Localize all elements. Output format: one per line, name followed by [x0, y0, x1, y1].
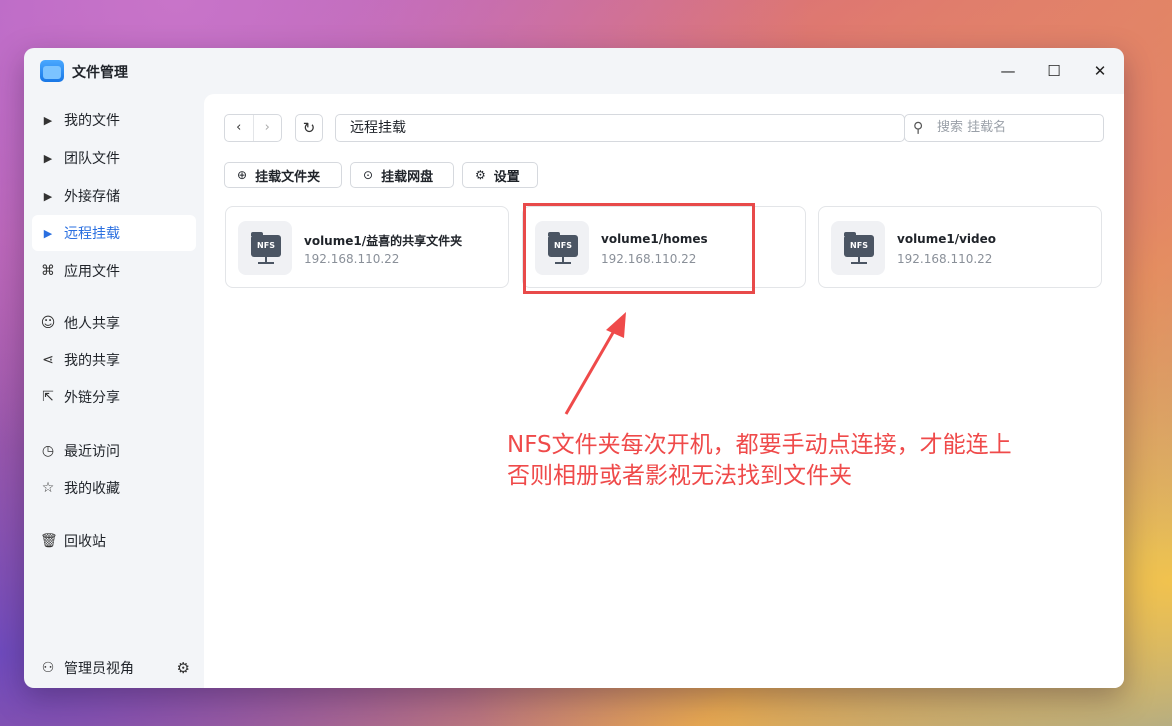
back-button[interactable]: ‹ [225, 115, 253, 141]
folder-add-icon: ⊕ [237, 168, 248, 182]
minimize-button[interactable]: — [996, 59, 1020, 83]
sidebar-item-label: 我的文件 [64, 113, 120, 129]
users-icon: ☺ [40, 315, 56, 331]
nfs-folder-icon: NFS [831, 221, 885, 275]
gear-icon: ⚙ [475, 168, 486, 182]
star-icon: ☆ [41, 480, 55, 496]
mount-ip: 192.168.110.22 [897, 252, 993, 266]
close-button[interactable]: ✕ [1088, 59, 1112, 83]
search-input[interactable]: ⚲ 搜索 挂载名 [904, 114, 1104, 142]
title-bar: 文件管理 — ☐ ✕ [24, 48, 1124, 94]
mount-card[interactable]: NFS volume1/video 192.168.110.22 [818, 206, 1102, 288]
history-nav: ‹ › [224, 114, 282, 142]
settings-button[interactable]: ⚙ 设置 [462, 162, 538, 188]
sidebar-item-recycle-bin[interactable]: 🗑 回收站 [32, 523, 196, 559]
admin-user-icon: ⚇ [41, 660, 55, 676]
sidebar-item-label: 外接存储 [64, 189, 120, 205]
expand-arrow-icon: ▶ [43, 151, 53, 165]
sidebar-item-label: 远程挂载 [64, 226, 120, 242]
annotation-text: NFS文件夹每次开机，都要手动点连接，才能连上 否则相册或者影视无法找到文件夹 [507, 430, 1012, 492]
search-icon: ⚲ [913, 120, 924, 136]
sidebar-item-my-shares[interactable]: ⋖ 我的共享 [32, 342, 196, 378]
annotation-line-1: NFS文件夹每次开机，都要手动点连接，才能连上 [507, 432, 1012, 458]
sidebar-item-recent[interactable]: ◷ 最近访问 [32, 433, 196, 469]
sidebar-item-label: 外链分享 [64, 390, 120, 406]
sidebar-item-link-shares[interactable]: ⇱ 外链分享 [32, 379, 196, 415]
sidebar-item-favorites[interactable]: ☆ 我的收藏 [32, 470, 196, 506]
sidebar-item-shared-with-me[interactable]: ☺ 他人共享 [32, 305, 196, 341]
sidebar-item-external-storage[interactable]: ▶ 外接存储 [32, 178, 196, 214]
file-manager-logo-icon [40, 60, 64, 82]
external-link-icon: ⇱ [42, 389, 54, 405]
settings-label: 设置 [493, 169, 520, 185]
trash-icon: 🗑 [40, 533, 58, 549]
mount-name: volume1/益喜的共享文件夹 [304, 234, 463, 248]
gear-icon[interactable]: ⚙ [177, 659, 190, 677]
sidebar-item-label: 回收站 [64, 534, 106, 550]
mount-card[interactable]: NFS volume1/益喜的共享文件夹 192.168.110.22 [225, 206, 509, 288]
forward-button[interactable]: › [252, 115, 282, 141]
sidebar-item-label: 最近访问 [64, 444, 120, 460]
sidebar-item-label: 团队文件 [64, 151, 120, 167]
expand-arrow-icon: ▶ [43, 226, 53, 240]
window-title: 文件管理 [72, 65, 128, 81]
nfs-badge: NFS [844, 232, 874, 257]
maximize-button[interactable]: ☐ [1042, 59, 1066, 83]
annotation-line-2: 否则相册或者影视无法找到文件夹 [507, 463, 852, 489]
annotation-highlight-box [523, 203, 755, 294]
cloud-folder-icon: ⊙ [363, 168, 374, 182]
sidebar-item-team-files[interactable]: ▶ 团队文件 [32, 140, 196, 176]
mount-cloud-disk-button[interactable]: ⊙ 挂载网盘 [350, 162, 454, 188]
clock-icon: ◷ [41, 443, 55, 459]
mount-cloud-disk-label: 挂载网盘 [381, 169, 434, 185]
main-content: ‹ › ↻ 远程挂载 ⚲ 搜索 挂载名 ⊕ 挂载文件夹 ⊙ 挂载网盘 ⚙ 设置 … [204, 94, 1124, 688]
nfs-folder-icon: NFS [238, 221, 292, 275]
admin-view-toggle[interactable]: ⚇ 管理员视角 ⚙ [32, 648, 196, 688]
sidebar-item-label: 我的共享 [64, 353, 120, 369]
sidebar-item-label: 我的收藏 [64, 481, 120, 497]
app-grid-icon: ⌘ [41, 263, 55, 279]
mount-ip: 192.168.110.22 [304, 252, 400, 266]
expand-arrow-icon: ▶ [43, 113, 53, 127]
nfs-badge: NFS [251, 232, 281, 257]
sidebar-item-label: 应用文件 [64, 264, 120, 280]
share-icon: ⋖ [42, 352, 54, 368]
sidebar-item-remote-mount[interactable]: ▶ 远程挂载 [32, 215, 196, 251]
mount-folder-label: 挂载文件夹 [255, 169, 321, 185]
refresh-button[interactable]: ↻ [295, 114, 323, 142]
sidebar: ▶ 我的文件 ▶ 团队文件 ▶ 外接存储 ▶ 远程挂载 ⌘ 应用文件 ☺ 他人共… [24, 94, 204, 688]
admin-view-label: 管理员视角 [64, 661, 134, 677]
sidebar-item-my-files[interactable]: ▶ 我的文件 [32, 102, 196, 138]
mount-folder-button[interactable]: ⊕ 挂载文件夹 [224, 162, 342, 188]
path-bar[interactable]: 远程挂载 [335, 114, 905, 142]
sidebar-item-label: 他人共享 [64, 316, 120, 332]
expand-arrow-icon: ▶ [43, 189, 53, 203]
annotation-arrow-icon [564, 312, 626, 415]
mount-name: volume1/video [897, 232, 997, 246]
sidebar-item-app-files[interactable]: ⌘ 应用文件 [32, 253, 196, 289]
search-placeholder: 搜索 挂载名 [937, 120, 1007, 135]
